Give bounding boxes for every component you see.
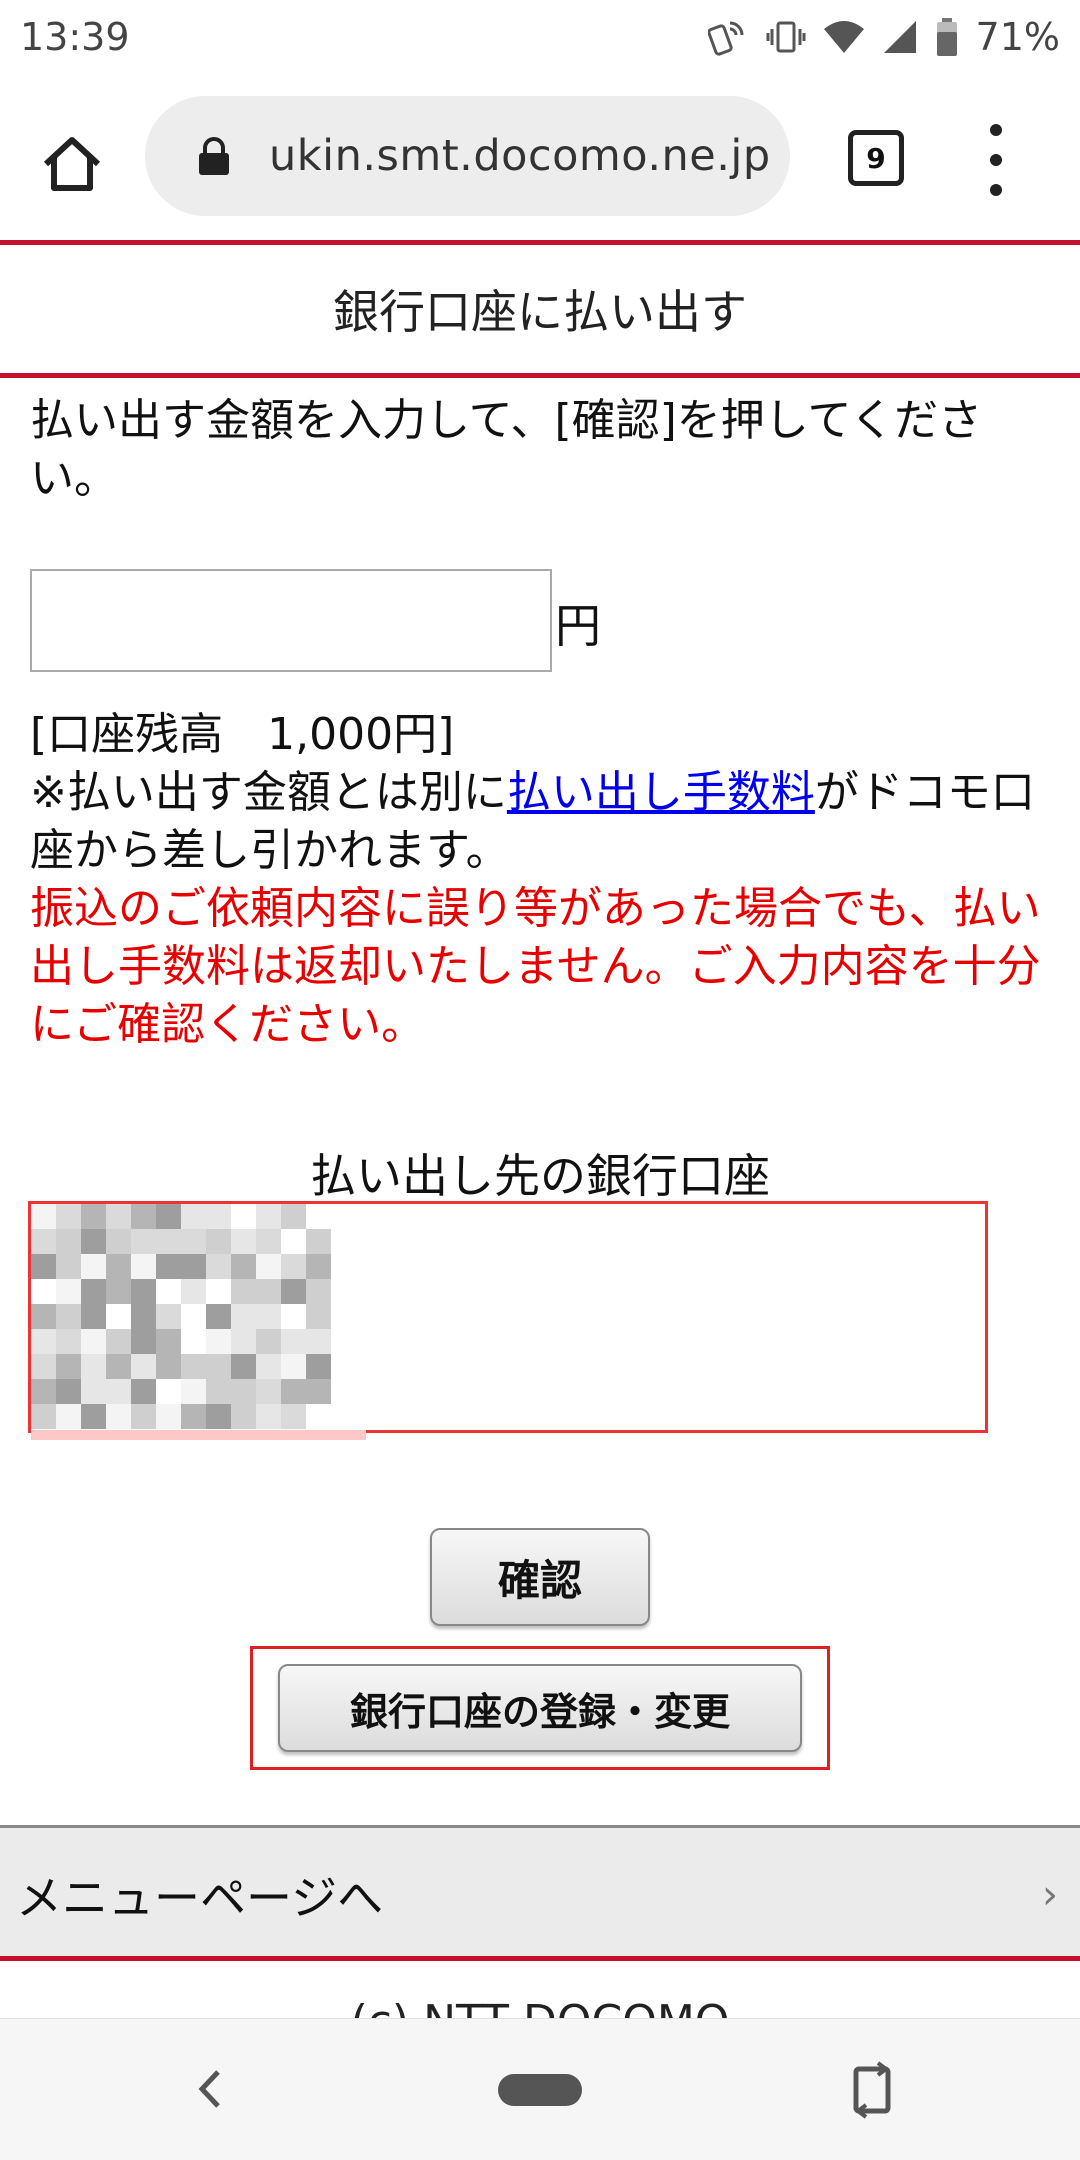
- instruction-text: 払い出す金額を入力して、[確認]を押してください。: [30, 395, 983, 504]
- system-nav-bar: [0, 2018, 1080, 2160]
- fee-note: ※払い出す金額とは別に払い出し手数料がドコモ口座から差し引かれます。: [30, 764, 1060, 880]
- menu-bottom-rule: [0, 1956, 1080, 1961]
- wifi-icon: [823, 19, 864, 55]
- tab-switcher-button[interactable]: 9: [848, 130, 904, 186]
- amount-input[interactable]: [30, 569, 552, 672]
- vibrate-icon: [766, 17, 806, 57]
- page-title: 銀行口座に払い出す: [333, 285, 747, 339]
- battery-percent: 71%: [975, 15, 1060, 59]
- status-bar: 13:39 71%: [0, 0, 1080, 74]
- status-icons: 71%: [707, 15, 1060, 59]
- register-account-button[interactable]: 銀行口座の登録・変更: [278, 1664, 802, 1752]
- menu-link-label: メニューページへ: [16, 1870, 384, 1925]
- fee-note-prefix: ※払い出す金額とは別に: [30, 767, 507, 818]
- home-icon[interactable]: [36, 128, 108, 200]
- amount-unit: 円: [555, 599, 601, 653]
- header-bottom-rule: [0, 373, 1080, 378]
- battery-icon: [936, 18, 958, 56]
- browser-toolbar: ukin.smt.docomo.ne.jp 9: [0, 74, 1080, 242]
- destination-title: 払い出し先の銀行口座: [310, 1149, 770, 1203]
- lock-icon: [197, 136, 231, 176]
- fee-link[interactable]: 払い出し手数料: [507, 767, 815, 818]
- info-block: [口座残高 1,000円] ※払い出す金額とは別に払い出し手数料がドコモ口座から…: [30, 706, 1060, 1054]
- rotate-icon[interactable]: [848, 2061, 896, 2119]
- redacted-account-info: [31, 1204, 331, 1429]
- chevron-right-icon: ›: [1042, 1871, 1058, 1918]
- status-time: 13:39: [20, 15, 130, 59]
- confirm-button[interactable]: 確認: [430, 1528, 650, 1626]
- home-pill-icon[interactable]: [498, 2074, 582, 2106]
- copyright: (c) NTT DOCOMO: [0, 1990, 1080, 2018]
- balance-text: [口座残高 1,000円]: [30, 709, 455, 760]
- redacted-underline: [31, 1430, 366, 1440]
- signal-icon: [882, 19, 918, 55]
- nfc-icon: [707, 17, 748, 57]
- url-text: ukin.smt.docomo.ne.jp: [269, 131, 771, 181]
- url-bar[interactable]: ukin.smt.docomo.ne.jp: [145, 96, 790, 216]
- menu-page-link[interactable]: メニューページへ ›: [0, 1825, 1080, 1961]
- warning-text: 振込のご依頼内容に誤り等があった場合でも、払い出し手数料は返却いたしません。ご入…: [30, 883, 1041, 1050]
- back-icon[interactable]: [190, 2064, 230, 2114]
- more-options-icon[interactable]: [978, 124, 1014, 196]
- header-top-rule: [0, 240, 1080, 245]
- destination-account-box: [28, 1201, 988, 1440]
